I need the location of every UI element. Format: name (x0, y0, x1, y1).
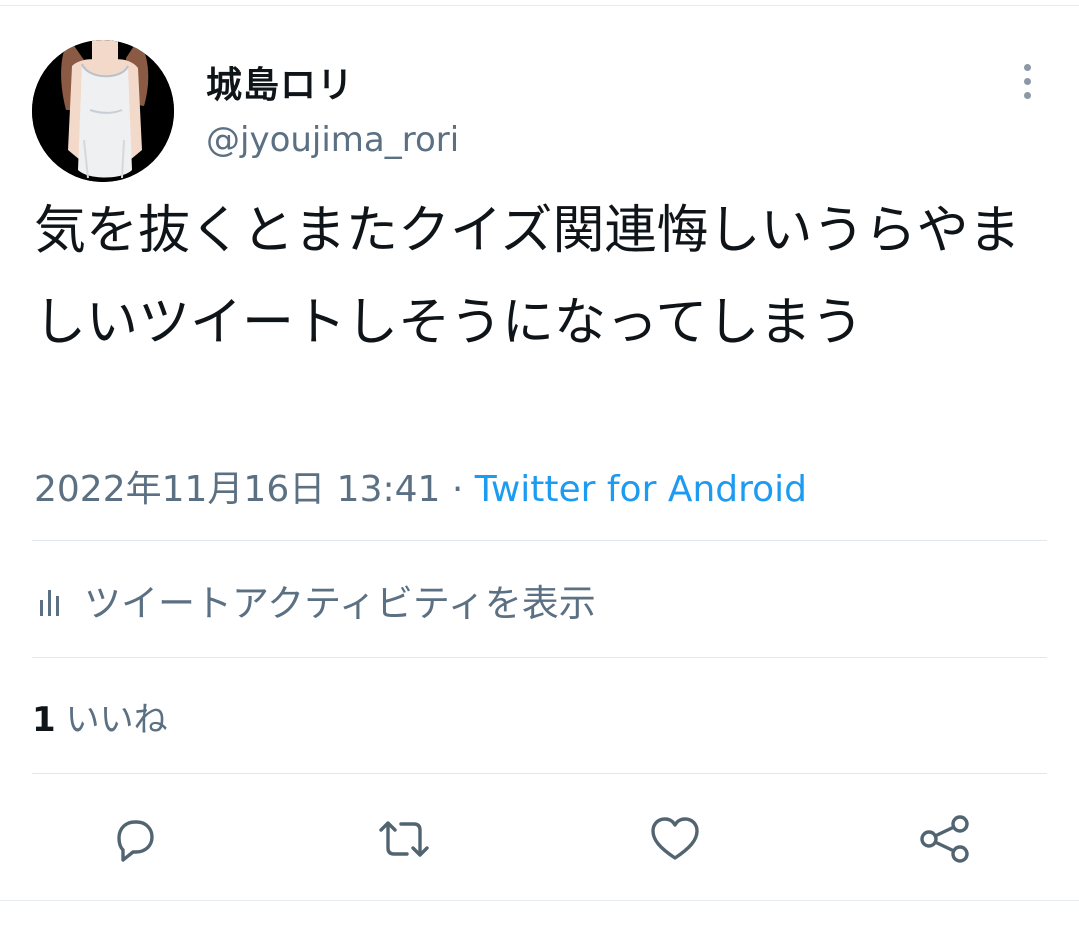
divider (32, 540, 1047, 541)
heart-icon (651, 817, 699, 860)
avatar-image (32, 40, 174, 182)
divider (32, 773, 1047, 774)
display-name[interactable]: 城島ロリ (206, 56, 354, 108)
tweet-activity-label: ツイートアクティビティを表示 (84, 582, 596, 625)
avatar[interactable] (32, 40, 174, 182)
tweet-source-link[interactable]: Twitter for Android (475, 469, 807, 510)
retweet-button[interactable] (375, 810, 433, 868)
retweet-icon (379, 821, 429, 857)
likes-count: 1 (32, 700, 56, 740)
reply-button[interactable] (105, 810, 163, 868)
meta-separator: · (440, 469, 475, 510)
likes-count-link[interactable]: 1 いいね (32, 692, 168, 741)
tweet-text: 気を抜くとまたクイズ関連悔しいうらやましいツイートしそうになってしまう (34, 201, 1021, 353)
divider (32, 657, 1047, 658)
like-button[interactable] (646, 810, 704, 868)
share-icon (920, 815, 969, 863)
more-vertical-icon (1024, 64, 1031, 71)
more-options-button[interactable] (1008, 58, 1046, 104)
user-handle[interactable]: @jyoujima_rori (206, 120, 459, 160)
share-button[interactable] (916, 810, 974, 868)
top-divider (0, 5, 1079, 6)
bar-chart-icon (34, 584, 68, 616)
tweet-timestamp[interactable]: 2022年11月16日 13:41 (34, 469, 440, 510)
reply-icon (117, 820, 154, 862)
likes-label: いいね (65, 700, 168, 740)
bottom-divider (0, 900, 1079, 901)
tweet-meta: 2022年11月16日 13:41 · Twitter for Android (34, 460, 807, 512)
tweet-activity-link[interactable]: ツイートアクティビティを表示 (34, 572, 596, 628)
